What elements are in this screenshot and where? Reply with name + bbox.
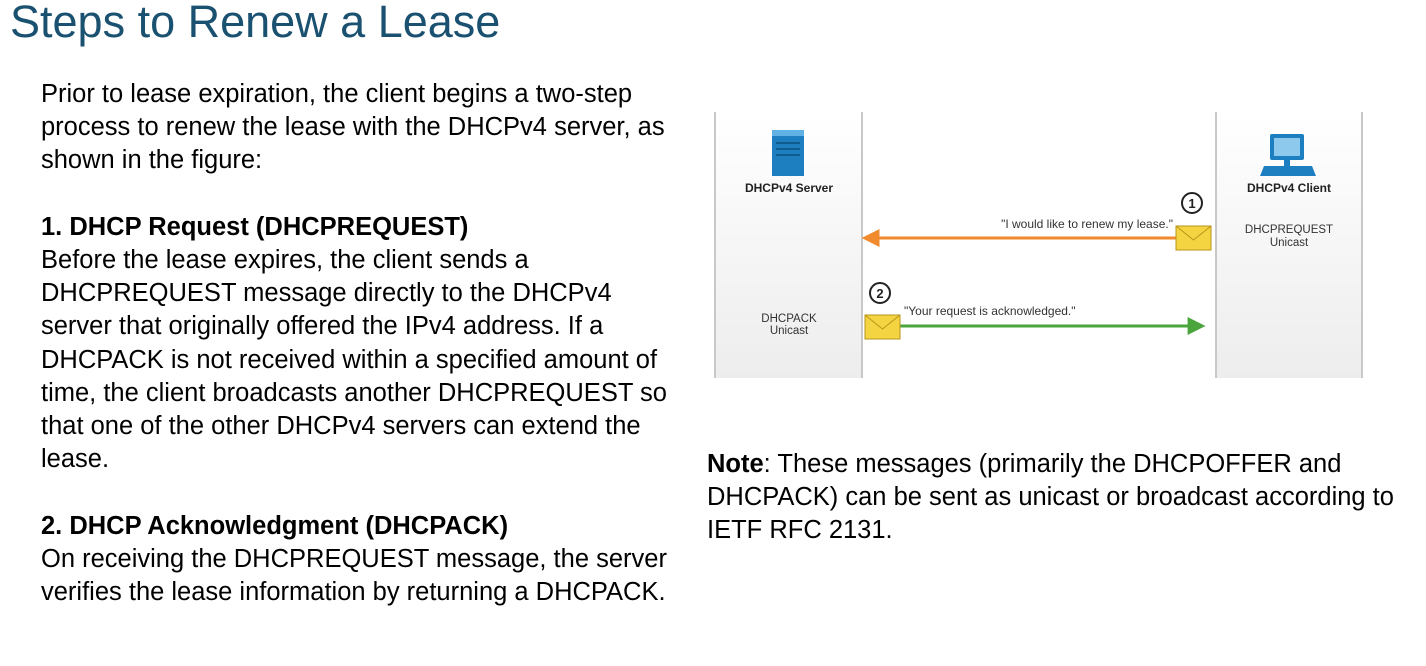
client-msg-type: DHCPREQUEST [1245,224,1333,236]
diagram-canvas: DHCPv4 Server DHCPv4 Client DHCPREQUEST … [714,112,1363,378]
note-body: : These messages (primarily the DHCPOFFE… [707,450,1394,545]
envelope-icon [864,314,901,340]
main-text: Prior to lease expiration, the client be… [41,78,681,609]
server-msg-mode: Unicast [770,325,809,337]
step1-body: Before the lease expires, the client sen… [41,246,667,474]
page-title: Steps to Renew a Lease [10,0,501,47]
server-icon [772,130,804,176]
intro-paragraph: Prior to lease expiration, the client be… [41,80,665,175]
client-label: DHCPv4 Client [1247,181,1331,195]
envelope-icon [1175,225,1212,251]
step2-body: On receiving the DHCPREQUEST message, th… [41,544,667,607]
server-msg-type: DHCPACK [761,313,817,325]
note-text: Note: These messages (primarily the DHCP… [707,448,1426,548]
step2-heading: 2. DHCP Acknowledgment (DHCPACK) [41,511,509,540]
note-label: Note [707,450,764,478]
dhcp-renew-diagram: DHCPv4 Server DHCPv4 Client DHCPREQUEST … [714,112,1364,380]
step2-quote: "Your request is acknowledged." [904,304,1076,318]
client-msg-mode: Unicast [1270,237,1309,249]
step1-heading: 1. DHCP Request (DHCPREQUEST) [41,212,469,241]
server-label: DHCPv4 Server [745,181,833,195]
step1-number: 1 [1188,196,1195,211]
step2-number: 2 [876,286,883,301]
step1-quote: "I would like to renew my lease." [1001,217,1173,231]
